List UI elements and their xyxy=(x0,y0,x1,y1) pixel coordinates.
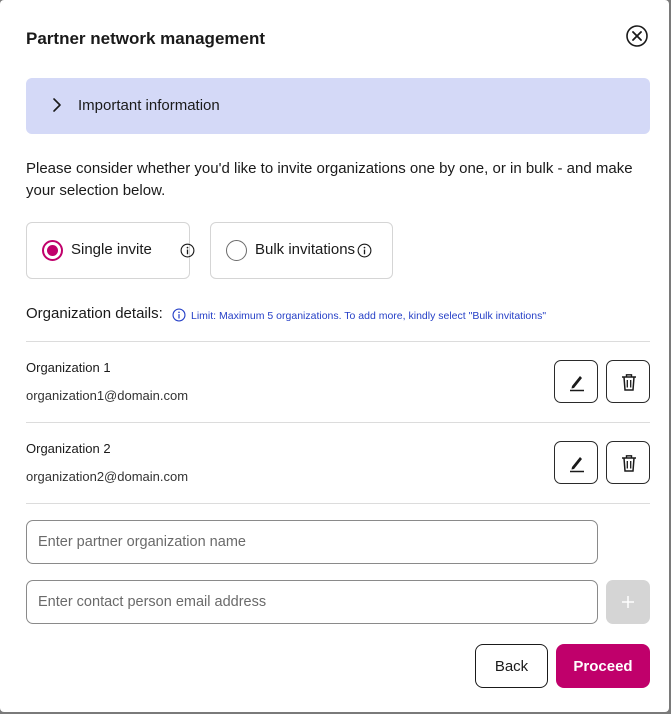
bulk-invitations-label: Bulk invitations xyxy=(255,241,356,258)
chevron-right-icon xyxy=(53,98,61,112)
contact-email-input[interactable] xyxy=(26,580,598,624)
organization-email: organization2@domain.com xyxy=(26,469,189,484)
info-banner-label: Important information xyxy=(78,97,220,114)
pencil-icon xyxy=(570,457,584,473)
plus-icon xyxy=(622,596,634,608)
organization-details-label: Organization details: xyxy=(26,305,163,322)
single-invite-radio[interactable] xyxy=(42,240,63,261)
divider xyxy=(26,503,650,504)
close-icon xyxy=(626,25,648,47)
organization-email: organization1@domain.com xyxy=(26,388,189,403)
dialog-title: Partner network management xyxy=(26,29,266,48)
partner-organization-name-input[interactable] xyxy=(26,520,598,564)
organization-name: Organization 1 xyxy=(26,360,111,375)
important-information-accordion[interactable]: Important information xyxy=(26,78,650,134)
info-icon[interactable] xyxy=(357,243,372,258)
back-button[interactable]: Back xyxy=(475,644,548,688)
limit-note-text: Limit: Maximum 5 organizations. To add m… xyxy=(191,310,547,322)
add-organization-button[interactable] xyxy=(606,580,650,624)
bulk-invitations-radio[interactable] xyxy=(226,240,247,261)
single-invite-option[interactable]: Single invite xyxy=(26,222,195,279)
trash-icon xyxy=(622,455,636,472)
info-icon[interactable] xyxy=(180,243,195,258)
delete-button[interactable] xyxy=(606,360,650,403)
edit-button[interactable] xyxy=(554,360,598,403)
partner-network-dialog: Partner network management Important inf… xyxy=(0,0,669,712)
invite-description: Please consider whether you'd like to in… xyxy=(26,160,633,199)
proceed-button[interactable]: Proceed xyxy=(556,644,650,688)
divider xyxy=(26,341,650,342)
delete-button[interactable] xyxy=(606,441,650,484)
bulk-invitations-option[interactable]: Bulk invitations xyxy=(210,222,393,279)
pencil-icon xyxy=(570,376,584,392)
divider xyxy=(26,422,650,423)
trash-icon xyxy=(622,374,636,391)
close-button[interactable] xyxy=(625,24,649,48)
edit-button[interactable] xyxy=(554,441,598,484)
single-invite-label: Single invite xyxy=(71,241,152,258)
organization-name: Organization 2 xyxy=(26,441,111,456)
info-icon xyxy=(172,308,186,322)
